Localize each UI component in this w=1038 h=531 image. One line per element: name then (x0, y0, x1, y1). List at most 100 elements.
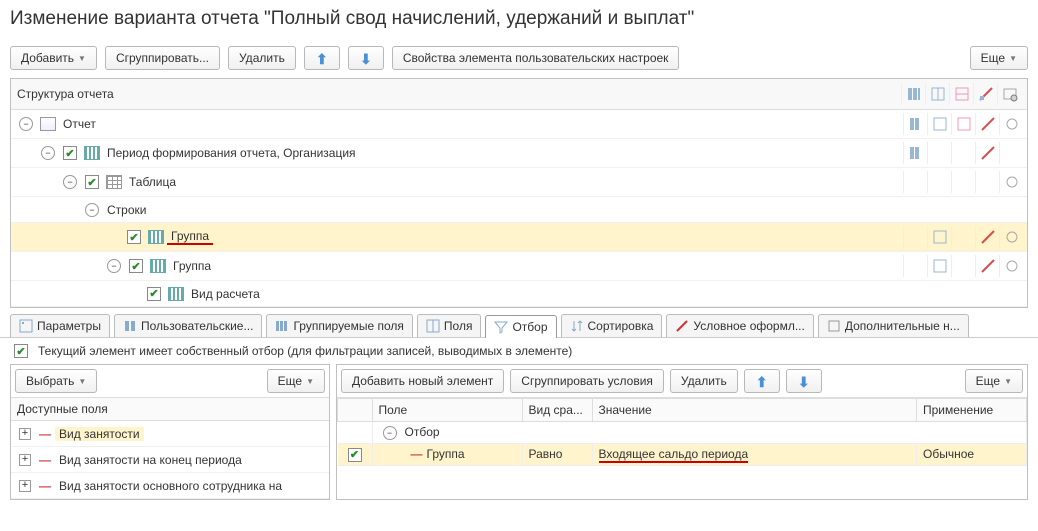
collapse-icon[interactable]: − (85, 203, 99, 217)
row-icon[interactable] (999, 255, 1023, 277)
expand-icon[interactable]: + (19, 480, 31, 492)
user-settings-props-button[interactable]: Свойства элемента пользовательских настр… (392, 46, 680, 70)
available-fields-pane: Выбрать▼ Еще▼ Доступные поля + — Вид зан… (10, 364, 330, 500)
tree-row-group2[interactable]: − ✔ Группа (11, 252, 1027, 281)
more-button[interactable]: Еще▼ (970, 46, 1028, 70)
row-icon[interactable] (975, 226, 999, 248)
checkbox[interactable]: ✔ (63, 146, 77, 160)
tab-additional[interactable]: Дополнительные н... (818, 314, 969, 337)
move-up-button[interactable]: ⬆ (304, 46, 340, 70)
move-down-button[interactable]: ⬇ (786, 369, 822, 393)
expand-icon[interactable]: + (19, 428, 31, 440)
dropdown-icon: ▼ (306, 377, 314, 386)
checkbox[interactable]: ✔ (129, 259, 143, 273)
table-icon (106, 175, 122, 189)
row-icon[interactable] (903, 142, 927, 164)
add-new-element-button[interactable]: Добавить новый элемент (341, 369, 504, 393)
own-filter-checkbox[interactable]: ✔ (14, 344, 28, 358)
checkbox[interactable]: ✔ (348, 448, 362, 462)
field-item[interactable]: + — Вид занятости основного сотрудника н… (11, 473, 329, 499)
add-button[interactable]: Добавить▼ (10, 46, 97, 70)
field-item[interactable]: + — Вид занятости (11, 421, 329, 447)
row-icon[interactable] (903, 113, 927, 135)
more-button[interactable]: Еще▼ (267, 369, 325, 393)
group-button[interactable]: Сгруппировать... (105, 46, 220, 70)
cond-field: Группа (427, 447, 465, 461)
tree-row-rows[interactable]: − Строки (11, 197, 1027, 223)
row-icon[interactable] (927, 113, 951, 135)
tabs-bar: Параметры Пользовательские... Группируем… (0, 308, 1038, 337)
field-item[interactable]: + — Вид занятости на конец периода (11, 447, 329, 473)
collapse-icon[interactable]: − (41, 146, 55, 160)
toolbar-icon-4[interactable] (973, 83, 997, 105)
col-apply[interactable]: Применение (917, 399, 1027, 422)
toolbar-icon-1[interactable] (901, 83, 925, 105)
row-icon[interactable] (999, 171, 1023, 193)
bars-icon (148, 230, 164, 244)
tree-row-report[interactable]: − Отчет (11, 110, 1027, 139)
row-icon[interactable] (975, 142, 999, 164)
minus-icon: — (39, 427, 51, 441)
tab-parameters[interactable]: Параметры (10, 314, 110, 337)
move-down-button[interactable]: ⬇ (348, 46, 384, 70)
row-icon[interactable] (951, 113, 975, 135)
dropdown-icon: ▼ (78, 54, 86, 63)
col-value[interactable]: Значение (592, 399, 917, 422)
toolbar-icon-3[interactable] (949, 83, 973, 105)
group-conditions-button[interactable]: Сгруппировать условия (510, 369, 664, 393)
tab-fields[interactable]: Поля (417, 314, 482, 337)
filter-root-label: Отбор (401, 425, 444, 439)
cond-value[interactable]: Входящее сальдо периода (599, 447, 749, 463)
expand-icon[interactable]: + (19, 454, 31, 466)
group-icon (275, 319, 289, 333)
tab-filter[interactable]: Отбор (485, 315, 556, 338)
filter-conditions-pane: Добавить новый элемент Сгруппировать усл… (336, 364, 1028, 500)
cond-format-icon (675, 319, 689, 333)
row-icon[interactable] (927, 255, 951, 277)
params-icon (19, 319, 33, 333)
tree-row-period[interactable]: − ✔ Период формирования отчета, Организа… (11, 139, 1027, 168)
tree-label: Таблица (125, 175, 180, 189)
tab-conditional-formatting[interactable]: Условное оформл... (666, 314, 813, 337)
row-icon[interactable] (999, 226, 1023, 248)
tree-label: Период формирования отчета, Организация (103, 146, 360, 160)
delete-condition-button[interactable]: Удалить (670, 369, 738, 393)
sort-icon (570, 319, 584, 333)
tree-label: Группа (169, 259, 215, 273)
tab-user-settings[interactable]: Пользовательские... (114, 314, 263, 337)
row-icon[interactable] (975, 255, 999, 277)
checkbox[interactable]: ✔ (127, 230, 141, 244)
collapse-icon[interactable]: − (63, 175, 77, 189)
tab-grouped-fields[interactable]: Группируемые поля (266, 314, 412, 337)
filter-table: Поле Вид сра... Значение Применение −Отб… (337, 398, 1027, 466)
checkbox[interactable]: ✔ (147, 287, 161, 301)
more-button[interactable]: Еще▼ (965, 369, 1023, 393)
filter-condition-row[interactable]: ✔ —Группа Равно Входящее сальдо периода … (338, 444, 1027, 466)
structure-tree: − Отчет − ✔ Период формирования отчета, … (11, 110, 1027, 307)
collapse-icon[interactable]: − (107, 259, 121, 273)
dropdown-icon: ▼ (78, 377, 86, 386)
tree-row-table[interactable]: − ✔ Таблица (11, 168, 1027, 197)
col-compare[interactable]: Вид сра... (522, 399, 592, 422)
toolbar-icon-2[interactable] (925, 83, 949, 105)
row-icon[interactable] (927, 226, 951, 248)
collapse-icon[interactable]: − (383, 426, 397, 440)
move-up-button[interactable]: ⬆ (744, 369, 780, 393)
tree-row-group-selected[interactable]: ✔ Группа (11, 223, 1027, 252)
tree-label: Вид расчета (187, 287, 264, 301)
checkbox[interactable]: ✔ (85, 175, 99, 189)
delete-button[interactable]: Удалить (228, 46, 296, 70)
filter-own-check-bar: ✔ Текущий элемент имеет собственный отбо… (0, 337, 1038, 364)
row-icon[interactable] (999, 113, 1023, 135)
col-field[interactable]: Поле (372, 399, 522, 422)
arrow-up-icon: ⬆ (755, 374, 769, 388)
filter-root-row[interactable]: −Отбор (338, 422, 1027, 444)
toolbar-icon-5[interactable] (997, 83, 1021, 105)
structure-header: Структура отчета (17, 87, 114, 101)
minus-icon: — (39, 453, 51, 467)
tab-sort[interactable]: Сортировка (561, 314, 663, 337)
tree-row-calc[interactable]: ✔ Вид расчета (11, 281, 1027, 307)
collapse-icon[interactable]: − (19, 117, 33, 131)
select-button[interactable]: Выбрать▼ (15, 369, 97, 393)
row-icon[interactable] (975, 113, 999, 135)
